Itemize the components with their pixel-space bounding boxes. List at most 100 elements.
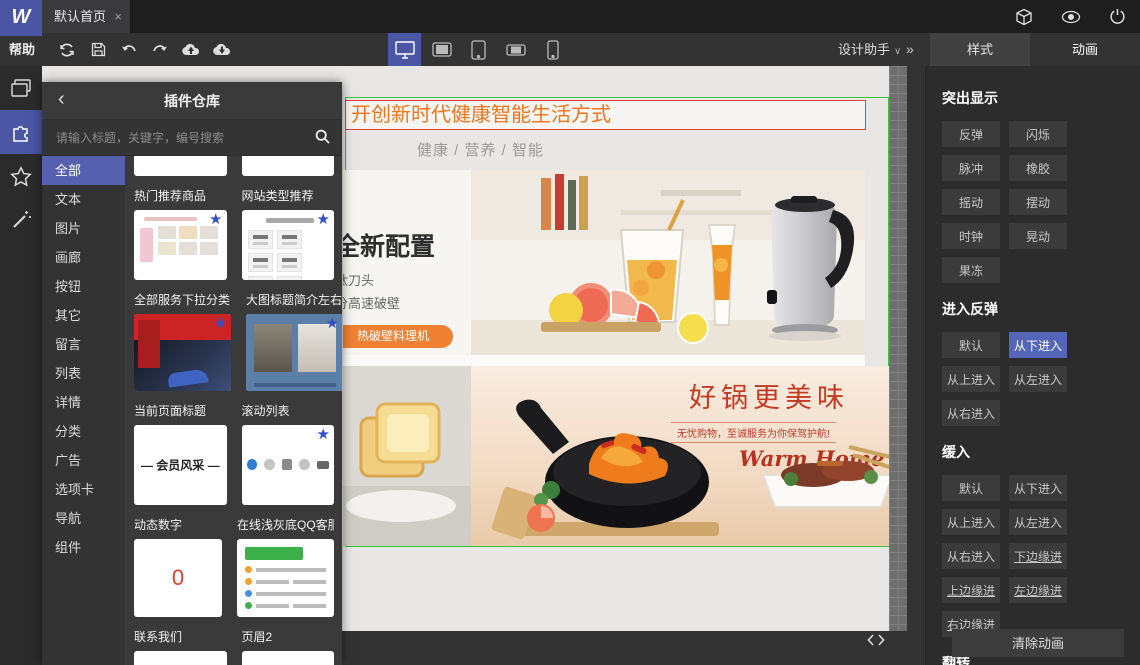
search-icon[interactable] xyxy=(315,129,330,149)
plugin-row: 热门推荐商品 ★ 网站类型推荐 ★ xyxy=(134,189,334,280)
product-banner-wok[interactable]: 好锅更美味 无忧购物，至诚服务为你保驾护航! Warm Home xyxy=(471,366,905,546)
plugin-item-label: 网站类型推荐 xyxy=(241,189,314,203)
close-tab-icon[interactable]: × xyxy=(114,0,122,33)
tab-animation[interactable]: 动画 xyxy=(1030,33,1140,66)
refresh-icon[interactable] xyxy=(57,40,77,60)
wok-photo xyxy=(489,394,739,546)
animation-button[interactable]: 闪烁 xyxy=(1009,121,1067,147)
device-tablet-landscape-button[interactable] xyxy=(425,33,458,66)
animation-button-grid: 默认 从下进入 从上进入 从左进入 从右进入 下边缘进 上边缘进 左边缘进 右边缘进 xyxy=(942,475,1124,637)
more-chevrons-button[interactable]: » xyxy=(906,33,914,66)
preview-eye-icon[interactable] xyxy=(1061,10,1081,24)
plugin-card[interactable] xyxy=(134,651,227,665)
category-item[interactable]: 导航 xyxy=(42,504,125,533)
category-item[interactable]: 选项卡 xyxy=(42,475,125,504)
animation-button[interactable]: 从右进入 xyxy=(942,543,1000,569)
code-view-icon[interactable] xyxy=(867,633,885,648)
plugin-card[interactable]: ★ xyxy=(241,210,334,280)
plugin-card[interactable] xyxy=(134,156,227,176)
page-tab-label: 默认首页 xyxy=(54,9,107,24)
redo-icon[interactable] xyxy=(150,40,170,60)
banner1-button[interactable]: 热破壁料理机 xyxy=(343,325,453,348)
category-item[interactable]: 图片 xyxy=(42,214,125,243)
animation-button[interactable]: 时钟 xyxy=(942,223,1000,249)
animation-button[interactable]: 从上进入 xyxy=(942,366,1000,392)
help-button[interactable]: 帮助 xyxy=(9,33,35,66)
tab-style[interactable]: 样式 xyxy=(930,33,1030,66)
plugin-card[interactable]: — 会员风采 — xyxy=(134,425,227,505)
toast-photo[interactable] xyxy=(343,366,471,546)
animation-button[interactable]: 脉冲 xyxy=(942,155,1000,181)
category-item[interactable]: 广告 xyxy=(42,446,125,475)
magic-wand-icon[interactable] xyxy=(0,198,42,242)
design-assistant-dropdown[interactable]: 设计助手 ∨ xyxy=(838,33,901,68)
category-item[interactable]: 组件 xyxy=(42,533,125,562)
plugins-puzzle-icon[interactable] xyxy=(0,110,42,154)
favorites-star-icon[interactable] xyxy=(0,154,42,198)
site-headline[interactable]: 开创新时代健康智能生活方式 xyxy=(345,100,866,130)
plugin-card[interactable]: ★ xyxy=(246,314,342,391)
animation-button[interactable]: 橡胶 xyxy=(1009,155,1067,181)
device-phone-portrait-button[interactable] xyxy=(536,33,569,66)
animation-button[interactable]: 上边缘进 xyxy=(942,577,1000,603)
animation-button[interactable]: 反弹 xyxy=(942,121,1000,147)
category-item[interactable]: 画廊 xyxy=(42,243,125,272)
device-preview-group xyxy=(388,33,569,66)
category-item[interactable]: 全部 xyxy=(42,156,125,185)
animation-button[interactable]: 摆动 xyxy=(1009,189,1067,215)
category-item[interactable]: 详情 xyxy=(42,388,125,417)
category-item[interactable]: 文本 xyxy=(42,185,125,214)
animation-button[interactable]: 从下进入 xyxy=(1009,332,1067,358)
plugin-card[interactable]: ★ xyxy=(134,314,231,391)
plugin-card[interactable] xyxy=(237,539,334,617)
page-tab[interactable]: 默认首页 × xyxy=(42,0,130,33)
category-item[interactable]: 其它 xyxy=(42,301,125,330)
animation-button[interactable]: 从下进入 xyxy=(1009,475,1067,501)
product-banner-kettle[interactable]: 全新配置 钛刀头 分高速破壁 热破壁料理机 xyxy=(343,170,865,355)
animation-button[interactable]: 从左进入 xyxy=(1009,366,1067,392)
plugin-item: 在线浅灰底QQ客服 xyxy=(237,518,334,617)
components-cube-icon[interactable] xyxy=(1015,8,1033,26)
device-desktop-button[interactable] xyxy=(388,33,421,66)
plugin-library-panel: ‹ 插件仓库 全部文本图片画廊按钮其它留言列表详情分类广告选项卡导航组件 热门推… xyxy=(42,82,342,665)
animation-button[interactable]: 从上进入 xyxy=(942,509,1000,535)
plugin-card[interactable] xyxy=(241,156,334,176)
animation-button[interactable]: 默认 xyxy=(942,332,1000,358)
app-logo[interactable]: W xyxy=(0,0,42,36)
plugin-row: 联系我们 页眉2 xyxy=(134,630,334,665)
animation-button[interactable]: 晃动 xyxy=(1009,223,1067,249)
clear-animation-button[interactable]: 清除动画 xyxy=(952,629,1124,657)
plugin-card[interactable]: ★ xyxy=(241,425,334,505)
plugin-item-label: 在线浅灰底QQ客服 xyxy=(237,518,334,532)
animation-button[interactable]: 下边缘进 xyxy=(1009,543,1067,569)
device-tablet-portrait-button[interactable] xyxy=(462,33,495,66)
star-icon: ★ xyxy=(209,211,223,228)
animation-button[interactable]: 果冻 xyxy=(942,257,1000,283)
animation-button[interactable]: 从左进入 xyxy=(1009,509,1067,535)
category-list: 全部 文本 图片 画廊 按钮 其它 留言 列表 详情 分类 广告 选项卡 导航 组件 xyxy=(42,156,125,665)
animation-button[interactable]: 默认 xyxy=(942,475,1000,501)
save-icon[interactable] xyxy=(88,40,108,60)
canvas-scrollbar[interactable] xyxy=(889,66,907,631)
banner-gap xyxy=(343,355,865,366)
animation-button[interactable]: 从右进入 xyxy=(942,400,1000,426)
power-icon[interactable] xyxy=(1109,8,1126,25)
category-item[interactable]: 按钮 xyxy=(42,272,125,301)
cloud-upload-icon[interactable] xyxy=(181,40,201,60)
chevron-down-icon: ∨ xyxy=(894,46,902,57)
category-item[interactable]: 留言 xyxy=(42,330,125,359)
pages-icon[interactable] xyxy=(0,66,42,110)
plugin-card[interactable] xyxy=(241,651,334,665)
site-subtitle[interactable]: 健康 / 营养 / 智能 xyxy=(417,139,544,160)
plugin-card[interactable]: ★ xyxy=(134,210,227,280)
undo-icon[interactable] xyxy=(119,40,139,60)
animation-section: 进入反弹 默认 从下进入 从上进入 从左进入 从右进入 xyxy=(942,299,1124,426)
device-phone-landscape-button[interactable] xyxy=(499,33,532,66)
animation-button[interactable]: 摇动 xyxy=(942,189,1000,215)
animation-button[interactable]: 左边缘进 xyxy=(1009,577,1067,603)
category-item[interactable]: 列表 xyxy=(42,359,125,388)
cloud-download-icon[interactable] xyxy=(212,40,232,60)
plugin-card[interactable]: 0 xyxy=(134,539,222,617)
category-item[interactable]: 分类 xyxy=(42,417,125,446)
plugin-search-input[interactable] xyxy=(54,125,294,151)
